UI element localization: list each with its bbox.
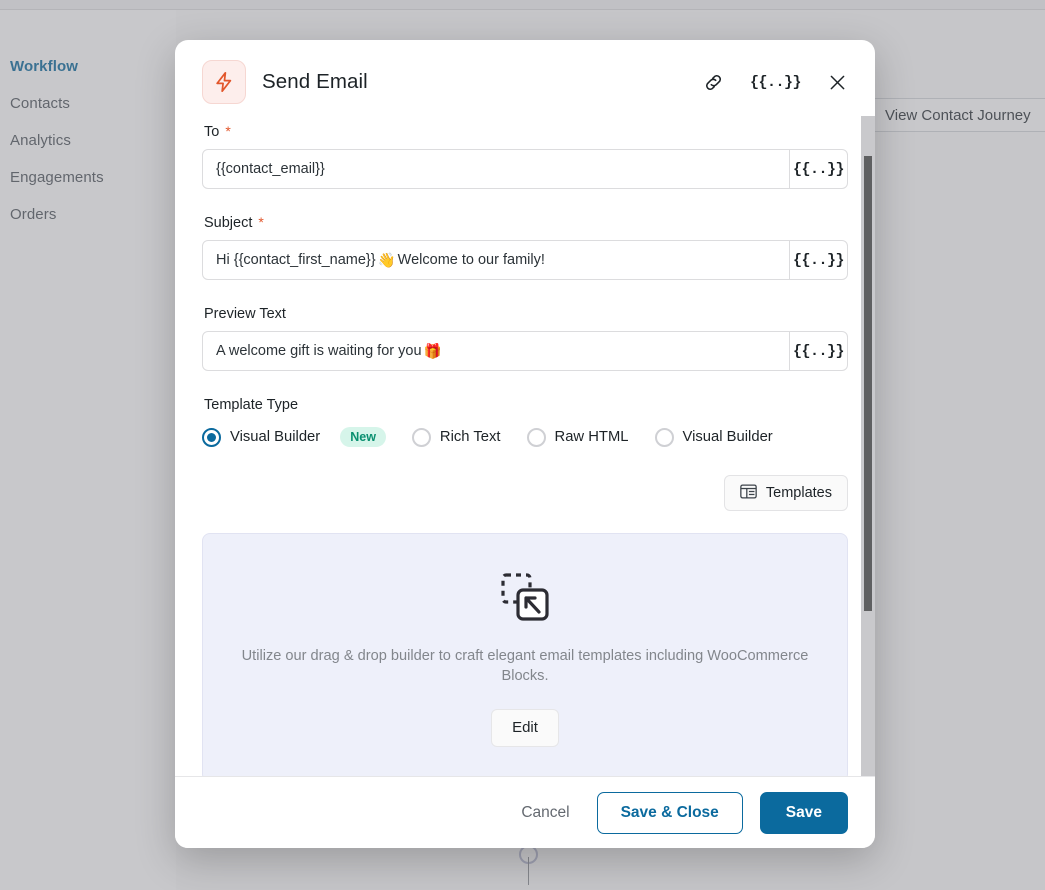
radio-label: Rich Text <box>439 429 501 445</box>
templates-button-row: Templates <box>202 475 848 511</box>
radio-indicator-icon <box>654 427 674 447</box>
radio-label: Visual Builder <box>682 429 773 445</box>
radio-indicator-icon <box>411 427 431 447</box>
template-type-label: Template Type <box>204 397 848 413</box>
modal-scrollbar-track[interactable] <box>861 116 875 776</box>
to-input-value: {{contact_email}} <box>216 161 325 177</box>
close-icon[interactable] <box>827 72 848 93</box>
edit-button[interactable]: Edit <box>491 708 559 747</box>
radio-indicator-icon <box>526 427 546 447</box>
subject-field-row: Hi {{contact_first_name}} 👋 Welcome to o… <box>202 240 848 280</box>
radio-raw-html[interactable]: Raw HTML <box>526 427 629 447</box>
save-and-close-button[interactable]: Save & Close <box>596 791 743 834</box>
drag-drop-icon <box>223 572 827 624</box>
preview-panel-description: Utilize our drag & drop builder to craft… <box>241 648 809 685</box>
modal-scrollbar-thumb[interactable] <box>864 156 872 611</box>
templates-button-label: Templates <box>765 485 832 501</box>
modal-scroll-body: To * {{contact_email}} {{..}} Subject * … <box>175 116 875 776</box>
template-type-label-text: Template Type <box>204 397 299 413</box>
modal-footer: Cancel Save & Close Save <box>175 776 875 848</box>
page-title: Send Email <box>262 70 368 93</box>
subject-value-before: Hi {{contact_first_name}} <box>216 252 376 268</box>
to-input[interactable]: {{contact_email}} <box>202 149 790 189</box>
preview-text-field-row: A welcome gift is waiting for you 🎁 {{..… <box>202 331 848 371</box>
subject-input[interactable]: Hi {{contact_first_name}} 👋 Welcome to o… <box>202 240 790 280</box>
radio-label: Visual Builder <box>230 429 321 445</box>
subject-value-after: Welcome to our family! <box>397 252 545 268</box>
preview-text-value: A welcome gift is waiting for you <box>216 343 422 359</box>
merge-tag-glyph: {{..}} <box>792 251 845 269</box>
radio-label: Raw HTML <box>554 429 629 445</box>
new-badge: New <box>340 427 386 447</box>
to-field-label: To * <box>204 123 848 140</box>
radio-visual-builder[interactable]: Visual Builder <box>654 427 773 447</box>
modal-header-actions: {{..}} <box>703 72 848 93</box>
required-asterisk: * <box>225 123 231 139</box>
edit-button-label: Edit <box>512 719 538 737</box>
link-icon[interactable] <box>703 72 724 93</box>
layout-template-icon <box>740 483 757 503</box>
subject-merge-tag-button[interactable]: {{..}} <box>790 240 848 280</box>
radio-indicator-icon <box>202 427 221 447</box>
preview-text-input[interactable]: A welcome gift is waiting for you 🎁 <box>202 331 790 371</box>
required-asterisk: * <box>258 214 264 230</box>
preview-text-label-text: Preview Text <box>204 306 286 322</box>
waving-hand-emoji-icon: 👋 <box>377 252 396 269</box>
modal-header: Send Email {{..}} <box>175 40 875 116</box>
send-email-modal: Send Email {{..}} To * {{contact_email}}… <box>175 40 875 848</box>
to-label-text: To <box>204 124 220 140</box>
radio-visual-builder-new[interactable]: Visual Builder New <box>202 427 386 447</box>
templates-button[interactable]: Templates <box>723 475 848 511</box>
merge-tag-glyph: {{..}} <box>749 73 802 91</box>
template-type-radio-group: Visual Builder New Rich Text Raw HTML Vi… <box>202 427 848 447</box>
subject-field-label: Subject * <box>204 214 848 231</box>
lightning-bolt-icon <box>202 60 246 104</box>
radio-rich-text[interactable]: Rich Text <box>411 427 501 447</box>
to-field-row: {{contact_email}} {{..}} <box>202 149 848 189</box>
merge-tag-glyph: {{..}} <box>792 160 845 178</box>
preview-text-field-label: Preview Text <box>204 306 848 322</box>
cancel-button[interactable]: Cancel <box>511 796 579 830</box>
preview-text-merge-tag-button[interactable]: {{..}} <box>790 331 848 371</box>
visual-builder-preview-panel: Utilize our drag & drop builder to craft… <box>202 533 848 776</box>
merge-tag-glyph: {{..}} <box>792 342 845 360</box>
gift-emoji-icon: 🎁 <box>423 343 442 360</box>
to-merge-tag-button[interactable]: {{..}} <box>790 149 848 189</box>
merge-tag-icon[interactable]: {{..}} <box>749 73 802 91</box>
subject-label-text: Subject <box>204 215 253 231</box>
save-button[interactable]: Save <box>759 791 848 834</box>
